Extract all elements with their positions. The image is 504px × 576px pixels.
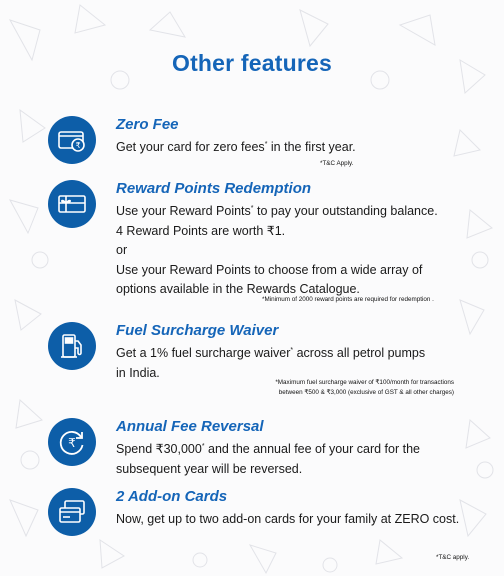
fuel-waiver-note: *Maximum fuel surcharge waiver of ₹100/m…: [275, 379, 454, 396]
feature-description: Spend ₹30,000* and the annual fee of you…: [116, 442, 420, 476]
terms-note: *T&C Apply.: [320, 160, 354, 167]
feature-title: Zero Fee: [116, 116, 179, 133]
feature-title: Annual Fee Reversal: [116, 418, 264, 435]
minimum-points-note: *Minimum of 2000 reward points are requi…: [262, 296, 434, 303]
terms-note: *T&C apply.: [436, 554, 470, 561]
svg-text:₹: ₹: [68, 436, 76, 450]
page-title: Other features: [171, 50, 332, 76]
feature-title: Reward Points Redemption: [116, 180, 312, 197]
feature-description: Use your Reward Points* to pay your outs…: [116, 204, 438, 296]
feature-title: 2 Add-on Cards: [116, 488, 228, 505]
fuel-pump-icon: [48, 322, 96, 370]
feature-description: Get your card for zero fees* in the firs…: [116, 140, 356, 154]
svg-text:₹: ₹: [75, 141, 80, 150]
feature-description: Now, get up to two add-on cards for your…: [116, 512, 460, 526]
rupee-cycle-icon: ₹: [48, 418, 96, 466]
gift-card-icon: [48, 180, 96, 228]
card-rupee-icon: ₹: [48, 116, 96, 164]
feature-title: Fuel Surcharge Waiver: [116, 322, 279, 339]
add-on-cards-icon: [48, 488, 96, 536]
